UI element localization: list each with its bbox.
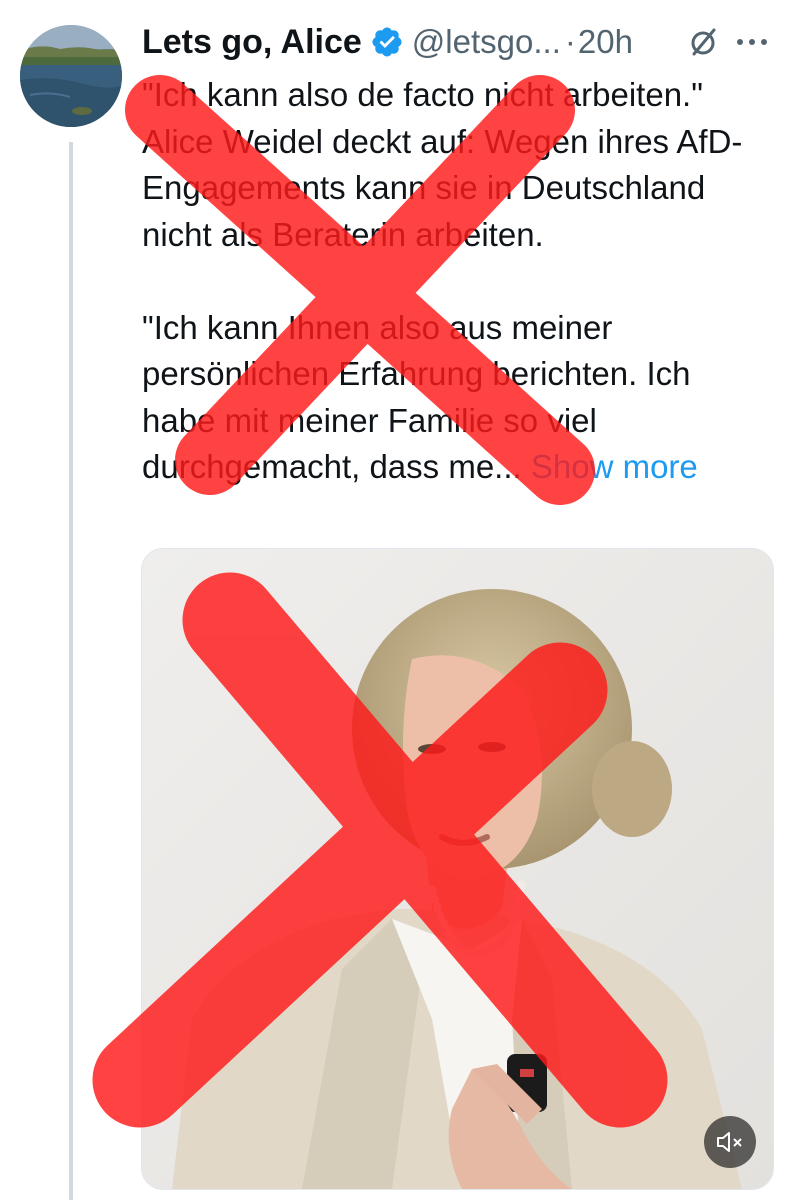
tweet-paragraph: "Ich kann also de facto nicht arbeiten."… — [142, 76, 743, 253]
tweet-text: "Ich kann also de facto nicht arbeiten."… — [142, 72, 772, 491]
mute-button[interactable] — [704, 1116, 756, 1168]
timestamp[interactable]: 20h — [578, 23, 633, 61]
tweet-header: Lets go, Alice @letsgo... · 20h — [142, 20, 633, 64]
handle[interactable]: @letsgo... — [412, 23, 561, 61]
tweet: Lets go, Alice @letsgo... · 20h "Ich kan… — [0, 0, 790, 1200]
grok-icon[interactable] — [688, 26, 720, 58]
volume-muted-icon — [717, 1132, 742, 1152]
verified-badge-icon — [370, 25, 404, 59]
separator: · — [564, 23, 576, 60]
more-options-icon[interactable] — [734, 26, 770, 58]
avatar[interactable] — [20, 25, 122, 127]
display-name[interactable]: Lets go, Alice — [142, 23, 362, 62]
tweet-paragraph: "Ich kann Ihnen also aus meiner persönli… — [142, 305, 772, 491]
video-thumbnail[interactable] — [141, 548, 774, 1190]
thread-line — [69, 142, 73, 1200]
show-more-link[interactable]: Show more — [531, 448, 698, 485]
video-frame — [142, 549, 773, 1189]
